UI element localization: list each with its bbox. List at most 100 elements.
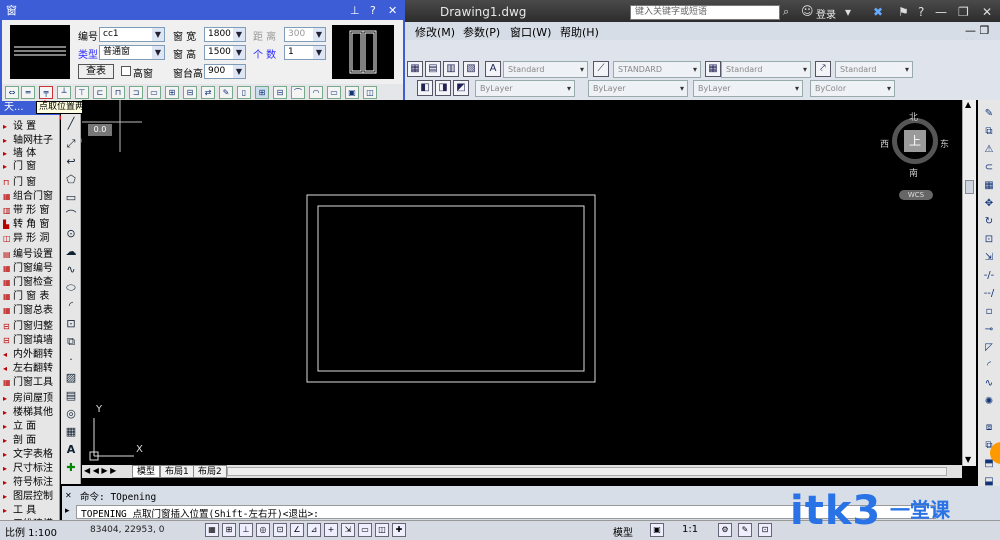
opening-icon[interactable]: ◫ [363, 86, 377, 99]
panel-item[interactable]: ◂ 内外翻转 [3, 348, 59, 362]
trim-icon[interactable]: -/- [981, 268, 997, 284]
hatch-icon[interactable]: ▨ [63, 370, 79, 386]
ellipse-icon[interactable]: ⬭ [63, 280, 79, 296]
arc-icon[interactable]: ⌒ [63, 208, 79, 224]
make-block-icon[interactable]: ⧉ [63, 334, 79, 350]
horizontal-scrollbar[interactable] [227, 467, 947, 476]
plotstyle-select[interactable]: ByColor [810, 80, 895, 97]
panel-item[interactable]: ▸ 轴网柱子 [3, 134, 59, 148]
elevation-preview[interactable] [332, 25, 394, 79]
panel-item[interactable]: ⊟ 门窗归整 [3, 320, 59, 334]
dropdown-icon[interactable]: ▾ [845, 5, 851, 19]
status-toggle-icon[interactable]: ✚ [392, 523, 406, 537]
chevron-down-icon[interactable]: ▼ [233, 28, 245, 41]
lookup-button[interactable]: 查表 [78, 64, 114, 79]
copy-icon[interactable]: ⧉ [981, 124, 997, 140]
vertical-scrollbar[interactable]: ▲ ▼ [962, 100, 976, 466]
model-toggle[interactable]: 模型 [613, 524, 633, 539]
panel-item[interactable]: ▦ 门窗总表 [3, 304, 59, 318]
compass-east[interactable]: 东 [940, 137, 949, 150]
compass-north[interactable]: 北 [909, 110, 918, 123]
ellipse-arc-icon[interactable]: ◜ [63, 298, 79, 314]
add-selected-icon[interactable]: ✚ [63, 460, 79, 476]
rotate-icon[interactable]: ↻ [981, 214, 997, 230]
construction-line-icon[interactable]: ⤢ [63, 136, 79, 152]
door-icon[interactable]: ⊟ [183, 86, 197, 99]
scroll-down-icon[interactable]: ▼ [965, 455, 971, 464]
panel-item[interactable]: ◫ 异 形 洞 [3, 232, 59, 246]
panel-item[interactable]: ▙ 转 角 窗 [3, 218, 59, 232]
polygon-icon[interactable]: ⬠ [63, 172, 79, 188]
offset-icon[interactable]: ⊂ [981, 160, 997, 176]
annotation-scale[interactable]: 1:1 [682, 524, 698, 535]
panel-item[interactable]: ▤ 编号设置 [3, 248, 59, 262]
panel-item[interactable]: ▸ 图层控制 [3, 490, 59, 504]
viewcube-top-face[interactable]: 上 [904, 130, 926, 152]
status-toggle-icon[interactable]: ⊥ [239, 523, 253, 537]
panel-item[interactable]: ▸ 符号标注 [3, 476, 59, 490]
chamfer-icon[interactable]: ◸ [981, 340, 997, 356]
search-input[interactable]: 键入关键字或短语 [630, 5, 780, 20]
status-tool-icon[interactable]: ⚙ [718, 523, 732, 537]
panel-item[interactable]: ▦ 门 窗 表 [3, 290, 59, 304]
panel-item[interactable]: ▸ 设 置 [3, 120, 59, 134]
panel-item[interactable]: ▥ 带 形 窗 [3, 204, 59, 218]
table-icon[interactable]: ▦ [63, 424, 79, 440]
polyline-icon[interactable]: ↩ [63, 154, 79, 170]
panel-item[interactable]: ▸ 文字表格 [3, 448, 59, 462]
exchange-icon[interactable]: ✖ [873, 5, 883, 19]
text-style-select[interactable]: Standard [503, 61, 588, 78]
panel-item[interactable]: ▸ 门 窗 [3, 160, 59, 174]
chevron-down-icon[interactable]: ▼ [152, 46, 164, 59]
break-icon[interactable]: ▫ [981, 304, 997, 320]
cmd-close-icon[interactable]: ✕ [65, 491, 72, 500]
tab-layout1[interactable]: 布局1 [160, 465, 194, 478]
spline-icon[interactable]: ∿ [63, 262, 79, 278]
scroll-up-icon[interactable]: ▲ [965, 100, 971, 109]
minimize-icon[interactable]: — [935, 5, 947, 19]
panel-item[interactable]: ▸ 墙 体 [3, 147, 59, 161]
chevron-down-icon[interactable]: ▼ [233, 46, 245, 59]
compass-south[interactable]: 南 [909, 166, 918, 179]
bay-window-icon[interactable]: ⌒ [291, 86, 305, 99]
panel-item[interactable]: ◂ 左右翻转 [3, 362, 59, 376]
panel-item[interactable]: ⊟ 门窗填墙 [3, 334, 59, 348]
scale-select[interactable]: 比例 1:100 [5, 524, 57, 539]
panel-item[interactable]: ▸ 房间屋顶 [3, 392, 59, 406]
panel-item[interactable]: ▸ 剖 面 [3, 434, 59, 448]
double-window-icon[interactable]: ⊟ [273, 86, 287, 99]
cmd-options-icon[interactable]: ▸ [65, 506, 70, 516]
panel-item[interactable]: ▸ 工 具 [3, 504, 59, 518]
tab-layout2[interactable]: 布局2 [193, 465, 227, 478]
panel-item[interactable]: ▦ 组合门窗 [3, 190, 59, 204]
menu-window[interactable]: 窗口(W) [510, 24, 551, 40]
blend-icon[interactable]: ∿ [981, 376, 997, 392]
menu-parameters[interactable]: 参数(P) [463, 24, 500, 40]
panel-item[interactable]: ▦ 门窗编号 [3, 262, 59, 276]
restore-icon[interactable]: ❐ [958, 5, 969, 19]
status-toggle-icon[interactable]: ⊡ [273, 523, 287, 537]
rectangle-icon[interactable]: ▭ [63, 190, 79, 206]
draworder-icon[interactable]: ⧈ [981, 420, 997, 436]
chevron-down-icon[interactable]: ▼ [233, 65, 245, 78]
extend-icon[interactable]: --/ [981, 286, 997, 302]
tool-icon[interactable]: ▦ [407, 61, 423, 77]
scale-icon[interactable]: ⊡ [981, 232, 997, 248]
panel-item[interactable]: ▦ 门窗检查 [3, 276, 59, 290]
sill-field[interactable]: 900 ▼ [204, 64, 246, 79]
close-icon[interactable]: ✕ [982, 5, 992, 19]
tool-icon[interactable]: ▥ [443, 61, 459, 77]
scroll-thumb[interactable] [965, 180, 974, 194]
status-tool-icon[interactable]: ⊡ [758, 523, 772, 537]
tab-nav-icon[interactable]: ◀ ◀ ▶ ▶ [84, 466, 116, 475]
help-icon[interactable]: ? [370, 4, 376, 17]
mirror-icon[interactable]: ⚠ [981, 142, 997, 158]
dim-style-icon[interactable]: ⟋ [593, 61, 609, 77]
menu-modify[interactable]: 修改(M) [415, 24, 455, 40]
status-toggle-icon[interactable]: ∠ [290, 523, 304, 537]
help-icon[interactable]: ? [918, 5, 924, 19]
mtext-icon[interactable]: A [63, 442, 79, 458]
free-insert-icon[interactable]: ⇔ [5, 86, 19, 99]
sequence-insert-icon[interactable]: ═ [21, 86, 35, 99]
replace-icon[interactable]: ⇄ [201, 86, 215, 99]
